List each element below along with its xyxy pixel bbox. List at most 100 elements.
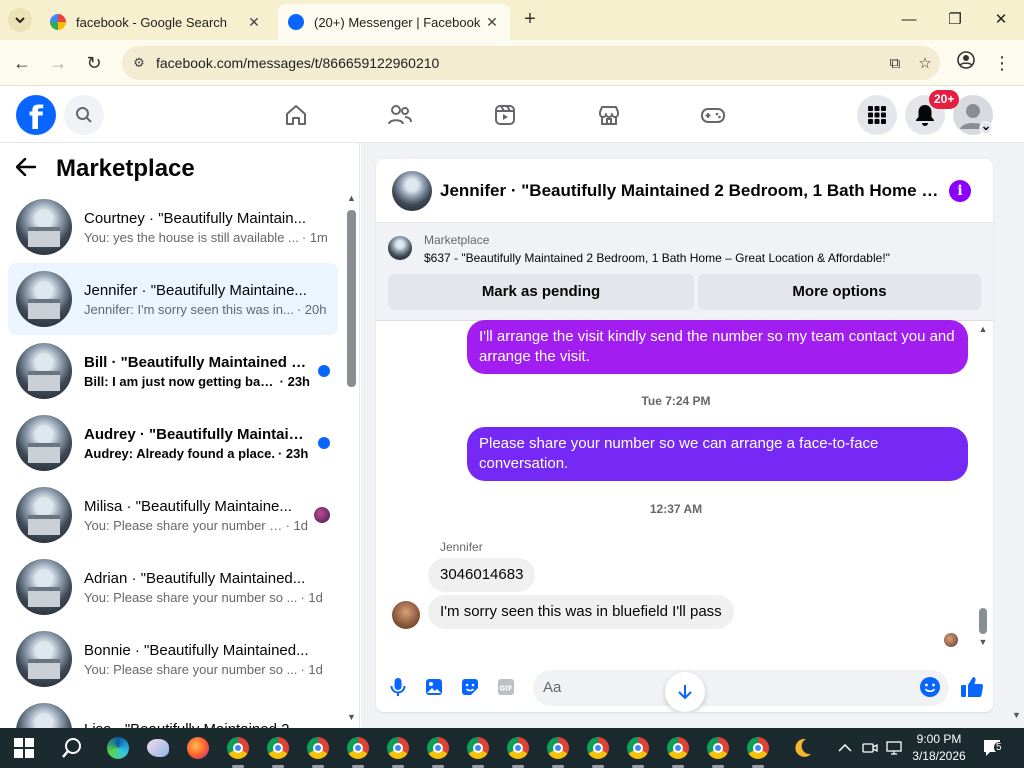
- conversation-item[interactable]: Courtney · "Beautifully Maintain... You: …: [8, 191, 338, 263]
- chrome-icon[interactable]: [464, 734, 492, 762]
- conversation-item[interactable]: Audrey · "Beautifully Maintain... Audrey:…: [8, 407, 338, 479]
- incoming-message[interactable]: 3046014683: [428, 558, 536, 592]
- chrome-logo-icon: [507, 737, 529, 759]
- paint-icon[interactable]: [144, 734, 172, 762]
- video-icon[interactable]: [489, 99, 521, 131]
- marketplace-icon[interactable]: [593, 99, 625, 131]
- restore-button[interactable]: ❐: [943, 8, 967, 32]
- chrome-icon[interactable]: [384, 734, 412, 762]
- chat-title[interactable]: Jennifer · "Beautifully Maintained 2 Bed…: [440, 181, 940, 201]
- microphone-icon[interactable]: [387, 676, 409, 698]
- outgoing-message[interactable]: Please share your number so we can arran…: [467, 427, 968, 481]
- windows-start-icon[interactable]: [10, 734, 38, 762]
- chrome-logo-icon: [467, 737, 489, 759]
- outgoing-message[interactable]: I'll arrange the visit kindly send the n…: [467, 320, 968, 374]
- conversation-item[interactable]: Bill · "Beautifully Maintained 2... Bill:…: [8, 335, 338, 407]
- tab-messenger[interactable]: (20+) Messenger | Facebook ✕: [278, 4, 510, 40]
- conversation-item[interactable]: Bonnie · "Beautifully Maintained... You: …: [8, 623, 338, 695]
- facebook-logo-icon[interactable]: f: [16, 95, 56, 137]
- chat-scrollbar-thumb[interactable]: [979, 608, 987, 634]
- info-icon[interactable]: i: [949, 180, 971, 202]
- reload-button[interactable]: ↻: [82, 51, 106, 75]
- close-icon[interactable]: ✕: [484, 14, 500, 31]
- back-button[interactable]: ←: [10, 51, 34, 75]
- tray-overflow-icon[interactable]: [838, 728, 852, 768]
- listing-avatar[interactable]: [392, 170, 432, 211]
- chrome-icon[interactable]: [344, 734, 372, 762]
- chrome-icon[interactable]: [544, 734, 572, 762]
- tab-google-search[interactable]: facebook - Google Search ✕: [40, 4, 272, 40]
- photo-icon[interactable]: [423, 676, 445, 698]
- incoming-message[interactable]: I'm sorry seen this was in bluefield I'l…: [428, 595, 734, 629]
- emoji-icon[interactable]: [919, 676, 941, 698]
- chrome-icon[interactable]: [264, 734, 292, 762]
- profile-icon[interactable]: [954, 51, 978, 75]
- edge-icon[interactable]: [104, 734, 132, 762]
- forward-button[interactable]: →: [46, 51, 70, 75]
- gif-icon[interactable]: GIF: [495, 676, 517, 698]
- conversation-item[interactable]: Milisa · "Beautifully Maintaine... You: P…: [8, 479, 338, 551]
- chrome-icon[interactable]: [584, 734, 612, 762]
- chrome-icon[interactable]: [624, 734, 652, 762]
- google-icon: [50, 14, 66, 30]
- search-icon[interactable]: [64, 95, 104, 135]
- install-app-icon[interactable]: ⧉: [880, 55, 910, 72]
- chrome-icon[interactable]: [304, 734, 332, 762]
- conversation-time: · 1d: [300, 589, 323, 605]
- system-clock[interactable]: 9:00 PM 3/18/2026: [912, 731, 966, 765]
- scroll-to-bottom-button[interactable]: [665, 672, 705, 712]
- chrome-icon[interactable]: [704, 734, 732, 762]
- sender-avatar[interactable]: [392, 601, 420, 629]
- search-icon[interactable]: [58, 734, 86, 762]
- timestamp: Tue 7:24 PM: [641, 394, 711, 408]
- chrome-logo-icon: [547, 737, 569, 759]
- minimize-button[interactable]: —: [897, 8, 921, 32]
- friends-icon[interactable]: [384, 99, 416, 131]
- address-bar[interactable]: ⚙ facebook.com/messages/t/86665912296021…: [122, 46, 940, 80]
- chrome-icon[interactable]: [424, 734, 452, 762]
- conversation-preview: Bill: I am just now getting back...: [84, 373, 277, 389]
- gaming-icon[interactable]: [697, 99, 729, 131]
- listing-description[interactable]: $637 - "Beautifully Maintained 2 Bedroom…: [424, 251, 890, 265]
- listing-thumbnail: [16, 271, 72, 327]
- chrome-logo-icon: [347, 737, 369, 759]
- back-arrow-icon[interactable]: [15, 155, 46, 183]
- new-tab-button[interactable]: +: [518, 8, 542, 32]
- timestamp: 12:37 AM: [649, 502, 703, 516]
- chrome-icon[interactable]: [664, 734, 692, 762]
- close-window-button[interactable]: ✕: [989, 8, 1013, 32]
- conversation-time: · 1d: [300, 661, 323, 677]
- network-icon[interactable]: [886, 728, 902, 768]
- browser-menu-icon[interactable]: ⋮: [990, 51, 1014, 75]
- sticker-icon[interactable]: [459, 676, 481, 698]
- site-settings-icon[interactable]: ⚙: [122, 55, 156, 71]
- message-input[interactable]: Aa: [533, 670, 949, 706]
- chat-scrollbar[interactable]: ▲ ▼: [977, 324, 989, 650]
- scrollbar-thumb[interactable]: [347, 210, 356, 387]
- menu-grid-icon[interactable]: [857, 95, 897, 135]
- tab-search-button[interactable]: [8, 8, 32, 32]
- chrome-icon[interactable]: [504, 734, 532, 762]
- camera-icon[interactable]: [862, 728, 878, 768]
- scrollbar[interactable]: ▲ ▼: [347, 193, 356, 723]
- listing-thumbnail[interactable]: [388, 236, 412, 260]
- windows-taskbar: 9:00 PM 3/18/2026 5: [0, 728, 1024, 768]
- more-options-button[interactable]: More options: [698, 274, 981, 310]
- night-mode-icon[interactable]: [788, 734, 816, 762]
- chrome-icon[interactable]: [224, 734, 252, 762]
- page-scrollbar[interactable]: ▼: [1010, 143, 1024, 728]
- seen-receipt-avatar: [314, 507, 330, 523]
- notification-center-icon[interactable]: 5: [982, 728, 1004, 768]
- close-icon[interactable]: ✕: [246, 14, 262, 31]
- conversation-item[interactable]: Lisa · "Beautifully Maintained 2 ...: [8, 695, 338, 728]
- bookmark-star-icon[interactable]: ☆: [910, 54, 940, 72]
- url-text[interactable]: facebook.com/messages/t/866659122960210: [156, 55, 880, 71]
- like-thumb-icon[interactable]: [959, 674, 985, 700]
- home-icon[interactable]: [280, 99, 312, 131]
- firefox-icon[interactable]: [184, 734, 212, 762]
- conversation-item[interactable]: Adrian · "Beautifully Maintained... You: …: [8, 551, 338, 623]
- conversation-item[interactable]: Jennifer · "Beautifully Maintaine... Jenn…: [8, 263, 338, 335]
- mark-as-pending-button[interactable]: Mark as pending: [388, 274, 694, 310]
- chrome-icon[interactable]: [744, 734, 772, 762]
- account-avatar[interactable]: [953, 95, 993, 135]
